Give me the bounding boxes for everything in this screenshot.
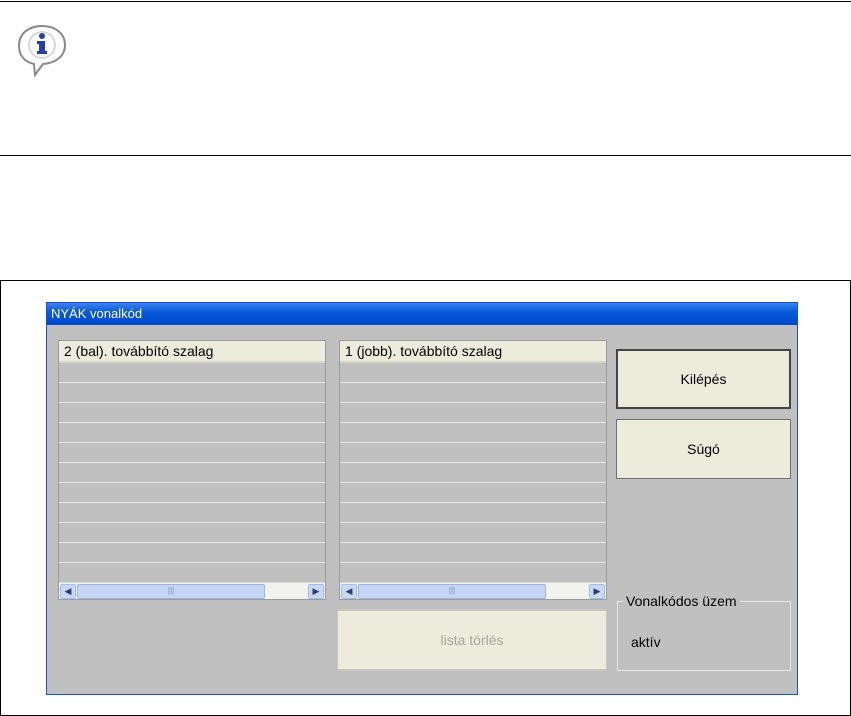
list-item[interactable] [340,483,606,503]
right-list-rows [340,363,606,583]
list-item[interactable] [59,403,325,423]
scroll-right-icon[interactable]: ▶ [308,584,324,599]
barcode-mode-label: Vonalkódos üzem [623,593,740,609]
right-horizontal-scrollbar[interactable]: ◀ ||| ▶ [340,582,606,599]
list-item[interactable] [340,523,606,543]
list-item[interactable] [59,563,325,583]
list-item[interactable] [59,543,325,563]
scroll-left-icon[interactable]: ◀ [341,584,357,599]
barcode-mode-group: Vonalkódos üzem aktív [617,593,791,671]
list-item[interactable] [59,443,325,463]
right-list-header: 1 (jobb). továbbító szalag [340,341,606,363]
list-item[interactable] [340,503,606,523]
list-item[interactable] [340,463,606,483]
right-conveyor-list[interactable]: 1 (jobb). továbbító szalag ◀ ||| ▶ [339,340,607,600]
exit-button[interactable]: Kilépés [616,349,791,409]
window-title: NYÁK vonalkód [47,303,797,325]
list-item[interactable] [340,443,606,463]
list-item[interactable] [340,543,606,563]
list-item[interactable] [59,423,325,443]
list-item[interactable] [59,483,325,503]
left-list-header: 2 (bal). továbbító szalag [59,341,325,363]
clear-list-button[interactable]: lista törlés [337,610,607,670]
info-icon [17,24,67,78]
scroll-thumb[interactable]: ||| [77,584,265,599]
barcode-mode-status: aktív [631,634,661,650]
top-rule [0,1,851,2]
list-item[interactable] [59,463,325,483]
scroll-thumb[interactable]: ||| [358,584,546,599]
left-list-rows [59,363,325,583]
left-conveyor-list[interactable]: 2 (bal). továbbító szalag ◀ ||| ▶ [58,340,326,600]
left-horizontal-scrollbar[interactable]: ◀ ||| ▶ [59,582,325,599]
barcode-window: NYÁK vonalkód 2 (bal). továbbító szalag … [46,302,798,695]
list-item[interactable] [340,563,606,583]
list-item[interactable] [59,363,325,383]
scroll-right-icon[interactable]: ▶ [589,584,605,599]
list-item[interactable] [59,503,325,523]
list-item[interactable] [59,523,325,543]
bottom-rule [0,155,851,156]
scroll-left-icon[interactable]: ◀ [60,584,76,599]
list-item[interactable] [340,423,606,443]
list-item[interactable] [59,383,325,403]
list-item[interactable] [340,383,606,403]
list-item[interactable] [340,363,606,383]
help-button[interactable]: Súgó [616,419,791,479]
list-item[interactable] [340,403,606,423]
